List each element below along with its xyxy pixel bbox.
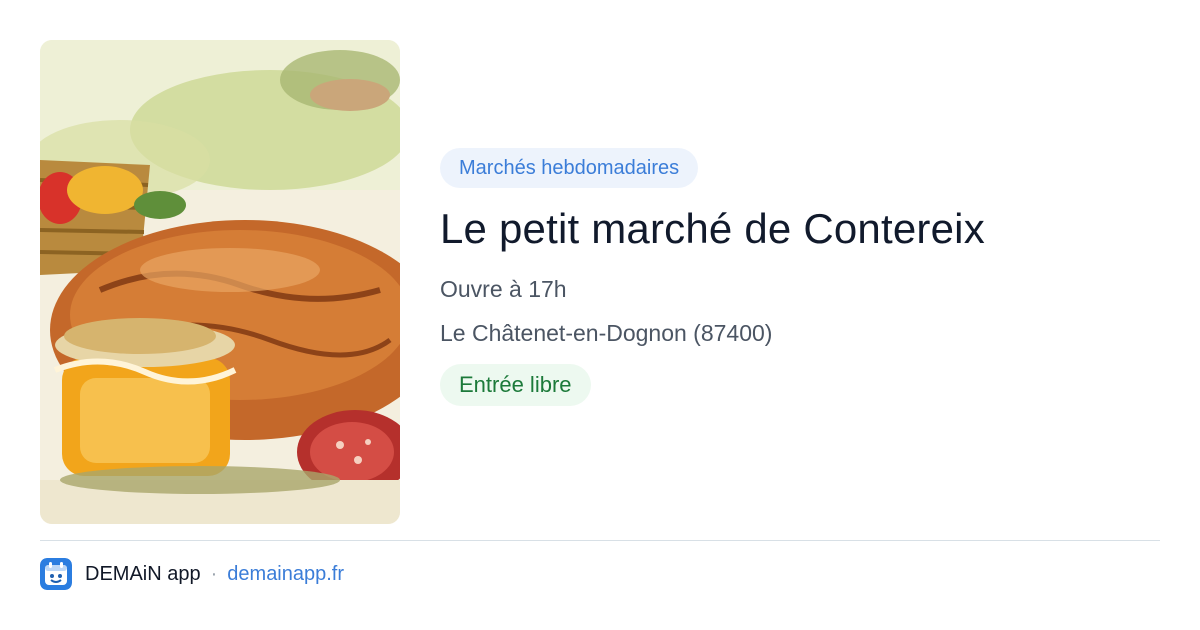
- opening-hours: Ouvre à 17h: [440, 276, 567, 302]
- app-website-link[interactable]: demainapp.fr: [227, 563, 344, 586]
- footer: DEMAiN app · demainapp.fr: [40, 557, 344, 591]
- category-tag[interactable]: Marchés hebdomadaires: [440, 148, 699, 188]
- market-location: Le Châtenet-en-Dognon (87400): [440, 320, 773, 346]
- separator: ·: [210, 562, 218, 585]
- market-illustration: [40, 40, 400, 524]
- market-image: [40, 40, 400, 524]
- entry-badge: Entrée libre: [440, 364, 591, 406]
- market-title: Le petit marché de Contereix: [440, 205, 985, 252]
- demain-app-logo-icon: [40, 558, 72, 590]
- app-name: DEMAiN app: [85, 562, 201, 585]
- footer-divider: [40, 540, 1160, 541]
- market-info: Marchés hebdomadaires Le petit marché de…: [440, 148, 1160, 406]
